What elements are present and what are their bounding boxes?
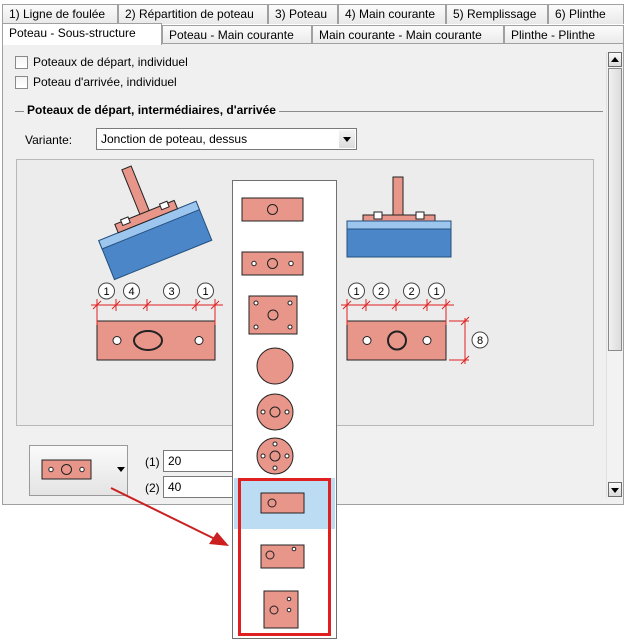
plate-option-1[interactable] — [234, 185, 335, 231]
tab-poteau-main-courante[interactable]: Poteau - Main courante — [162, 25, 312, 45]
plate-option-2[interactable] — [234, 239, 335, 285]
right-plate — [346, 320, 447, 361]
tab-main-courante-main-courante[interactable]: Main courante - Main courante — [312, 25, 504, 45]
plate-circle-two-holes-icon — [256, 393, 294, 431]
plate-rect-one-hole-icon — [241, 197, 304, 222]
dimension-label: 2 — [378, 286, 384, 298]
tab-poteau-sous-structure[interactable]: Poteau - Sous-structure — [2, 23, 162, 45]
plate-square-four-holes-icon — [248, 295, 298, 335]
dimension-label: 8 — [477, 335, 483, 347]
right-beam-assembly — [346, 176, 452, 258]
plate-circle-four-holes-icon — [256, 437, 294, 475]
section-divider — [279, 111, 603, 112]
highlight-frame — [238, 478, 331, 636]
checkbox-label: Poteau d'arrivée, individuel — [33, 75, 177, 89]
dimension-label: 1 — [202, 286, 208, 298]
param-1-value: 20 — [168, 454, 182, 468]
left-plate — [96, 320, 216, 361]
scroll-down-button[interactable] — [608, 482, 622, 497]
section-title: Poteaux de départ, intermédiaires, d'arr… — [27, 103, 276, 117]
plate-rect-three-holes-icon — [241, 251, 304, 276]
tab-main-courante[interactable]: 4) Main courante — [338, 4, 446, 24]
plate-option-3[interactable] — [234, 291, 335, 337]
left-beam-assembly — [98, 165, 213, 281]
checkbox-label: Poteaux de départ, individuel — [33, 55, 188, 69]
dimension-label: 1 — [103, 286, 109, 298]
param-1-select[interactable]: 20 — [163, 450, 235, 472]
tab-ligne-de-foulee[interactable]: 1) Ligne de foulée — [2, 4, 118, 24]
tab-remplissage[interactable]: 5) Remplissage — [446, 4, 548, 24]
dimension-label: 2 — [408, 286, 414, 298]
section-divider — [15, 111, 24, 112]
plate-option-4[interactable] — [234, 343, 335, 389]
checkbox-poteau-d-arrivee[interactable] — [15, 76, 28, 89]
tab-plinthe[interactable]: 6) Plinthe — [548, 4, 624, 24]
plate-circle-plain-icon — [256, 347, 294, 385]
chevron-down-icon[interactable] — [339, 130, 355, 148]
dimension-label: 1 — [433, 286, 439, 298]
tab-poteau[interactable]: 3) Poteau — [268, 4, 338, 24]
annotation-arrow-icon — [110, 487, 229, 546]
plate-option-6[interactable] — [234, 433, 335, 479]
variant-value: Jonction de poteau, dessus — [101, 132, 248, 146]
checkbox-poteaux-de-depart[interactable] — [15, 56, 28, 69]
variant-select[interactable]: Jonction de poteau, dessus — [96, 128, 357, 150]
plate-option-5[interactable] — [234, 389, 335, 435]
vertical-scrollbar[interactable] — [606, 52, 623, 498]
dimension-label: 1 — [353, 286, 359, 298]
dimension-label: 3 — [168, 286, 174, 298]
dimension-label: 4 — [128, 286, 134, 298]
scroll-thumb[interactable] — [608, 68, 622, 351]
variant-label: Variante: — [25, 133, 73, 147]
tab-plinthe-plinthe[interactable]: Plinthe - Plinthe — [504, 25, 624, 45]
param-1-label: (1) — [145, 455, 160, 469]
scroll-up-button[interactable] — [608, 52, 622, 67]
tab-repartition-de-poteau[interactable]: 2) Répartition de poteau — [118, 4, 268, 24]
